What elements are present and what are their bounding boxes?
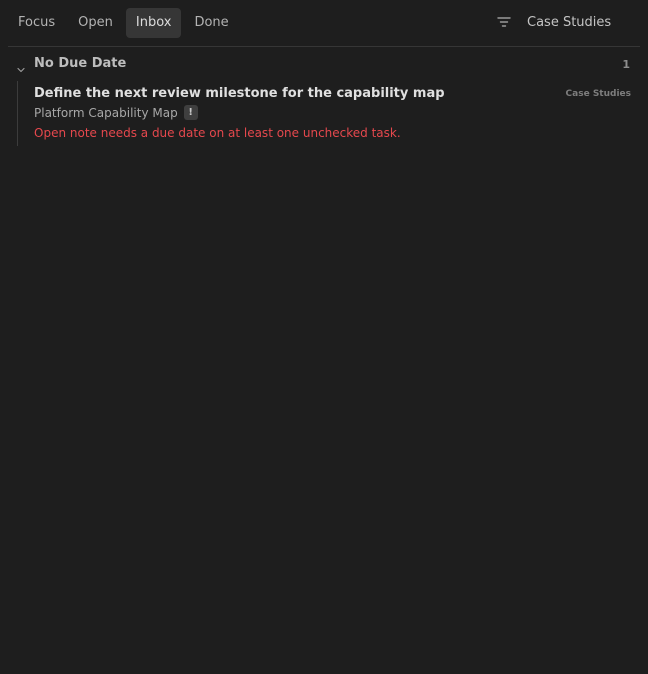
filter-project-label[interactable]: Case Studies <box>527 8 611 38</box>
task-note-line: Platform Capability Map ! <box>34 105 198 120</box>
task-title[interactable]: Define the next review milestone for the… <box>34 86 445 101</box>
header-bar: Focus Open Inbox Done Case Studies <box>8 0 640 47</box>
task-list: Define the next review milestone for the… <box>17 81 640 146</box>
warning-flag-badge: ! <box>183 105 198 120</box>
task-warning-message: Open note needs a due date on at least o… <box>34 126 401 140</box>
tab-done[interactable]: Done <box>184 8 238 38</box>
group-header-no-due-date[interactable]: No Due Date 1 <box>8 52 640 78</box>
tab-focus[interactable]: Focus <box>8 8 65 38</box>
view-tabs: Focus Open Inbox Done <box>8 8 242 38</box>
filter-icon[interactable] <box>496 14 512 30</box>
task-item[interactable]: Define the next review milestone for the… <box>18 81 641 146</box>
tab-inbox[interactable]: Inbox <box>125 8 182 38</box>
group-title: No Due Date <box>34 56 127 71</box>
chevron-down-icon[interactable] <box>16 60 26 73</box>
tab-open[interactable]: Open <box>68 8 123 38</box>
group-count-badge: 1 <box>622 58 630 71</box>
task-project-tag: Case Studies <box>565 89 631 99</box>
task-note-link[interactable]: Platform Capability Map <box>34 106 178 120</box>
